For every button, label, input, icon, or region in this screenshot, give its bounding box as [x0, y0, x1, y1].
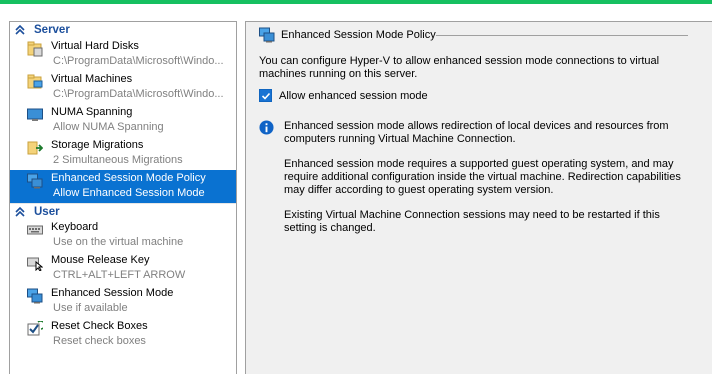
allow-enhanced-session-checkbox-row[interactable]: Allow enhanced session mode [259, 89, 428, 102]
tree-item-title: Virtual Hard Disks [51, 40, 139, 52]
tree-item-value: CTRL+ALT+LEFT ARROW [53, 269, 186, 281]
policy-title: Enhanced Session Mode Policy [281, 29, 436, 41]
mouse-icon [27, 257, 43, 271]
info-paragraph: Enhanced session mode requires a support… [284, 158, 681, 196]
tree-item-enhanced-session-mode[interactable]: Enhanced Session Mode Use if available [10, 285, 236, 318]
checkmark-icon [261, 92, 270, 100]
tree-item-title: Mouse Release Key [51, 254, 150, 266]
allow-enhanced-session-label[interactable]: Allow enhanced session mode [279, 90, 428, 102]
tree-item-value: Use on the virtual machine [53, 236, 184, 248]
tree-item-title: Reset Check Boxes [51, 320, 148, 332]
tree-item-reset-check-boxes[interactable]: Reset Check Boxes Reset check boxes [10, 318, 236, 351]
settings-tree-panel: Server Virtual Hard Disks C:\ProgramData… [9, 21, 237, 374]
info-paragraph: Enhanced session mode allows redirection… [284, 120, 669, 145]
window-top-accent [0, 0, 712, 4]
tree-item-value: Allow NUMA Spanning [53, 121, 164, 133]
storage-migration-icon [27, 141, 43, 155]
enhanced-session-icon [27, 173, 43, 189]
tree-item-title: Storage Migrations [51, 139, 144, 151]
tree-item-value: Reset check boxes [53, 335, 146, 347]
enhanced-session-icon [27, 288, 43, 304]
enhanced-session-icon [259, 27, 275, 43]
tree-item-value: C:\ProgramData\Microsoft\Windo... [53, 88, 224, 100]
info-icon [259, 120, 274, 135]
tree-item-numa-spanning[interactable]: NUMA Spanning Allow NUMA Spanning [10, 104, 236, 137]
allow-enhanced-session-checkbox[interactable] [259, 89, 272, 102]
tree-item-value: Allow Enhanced Session Mode [53, 187, 205, 199]
tree-item-title: Keyboard [51, 221, 99, 233]
section-header-label: Server [34, 24, 70, 36]
tree-item-title: Virtual Machines [51, 73, 133, 85]
header-divider [436, 35, 688, 36]
tree-item-title: Enhanced Session Mode Policy [51, 172, 206, 184]
tree-item-keyboard[interactable]: Keyboard Use on the virtual machine [10, 219, 236, 252]
tree-item-value: Use if available [53, 302, 128, 314]
tree-item-storage-migrations[interactable]: Storage Migrations 2 Simultaneous Migrat… [10, 137, 236, 170]
info-paragraph: Existing Virtual Machine Connection sess… [284, 209, 660, 234]
section-header-label: User [34, 205, 60, 218]
folder-vm-icon [27, 74, 43, 89]
monitor-icon [27, 108, 43, 121]
settings-detail-panel: Enhanced Session Mode Policy You can con… [245, 21, 712, 374]
tree-item-value: 2 Simultaneous Migrations [53, 154, 183, 166]
tree-item-virtual-machines[interactable]: Virtual Machines C:\ProgramData\Microsof… [10, 71, 236, 104]
section-header-user[interactable]: User [10, 203, 236, 219]
collapse-chevron-icon[interactable] [14, 24, 26, 36]
tree-item-enhanced-session-mode-policy[interactable]: Enhanced Session Mode Policy Allow Enhan… [10, 170, 236, 203]
collapse-chevron-icon[interactable] [14, 206, 26, 218]
tree-item-mouse-release-key[interactable]: Mouse Release Key CTRL+ALT+LEFT ARROW [10, 252, 236, 285]
tree-item-title: NUMA Spanning [51, 106, 133, 118]
tree-item-virtual-hard-disks[interactable]: Virtual Hard Disks C:\ProgramData\Micros… [10, 38, 236, 71]
keyboard-icon [27, 225, 43, 235]
reset-checkbox-icon [27, 321, 43, 336]
tree-item-value: C:\ProgramData\Microsoft\Windo... [53, 55, 224, 67]
policy-header: Enhanced Session Mode Policy [259, 27, 436, 43]
tree-item-title: Enhanced Session Mode [51, 287, 174, 299]
section-header-server[interactable]: Server [10, 22, 236, 38]
policy-description: You can configure Hyper-V to allow enhan… [259, 55, 660, 80]
folder-disk-icon [27, 41, 43, 57]
